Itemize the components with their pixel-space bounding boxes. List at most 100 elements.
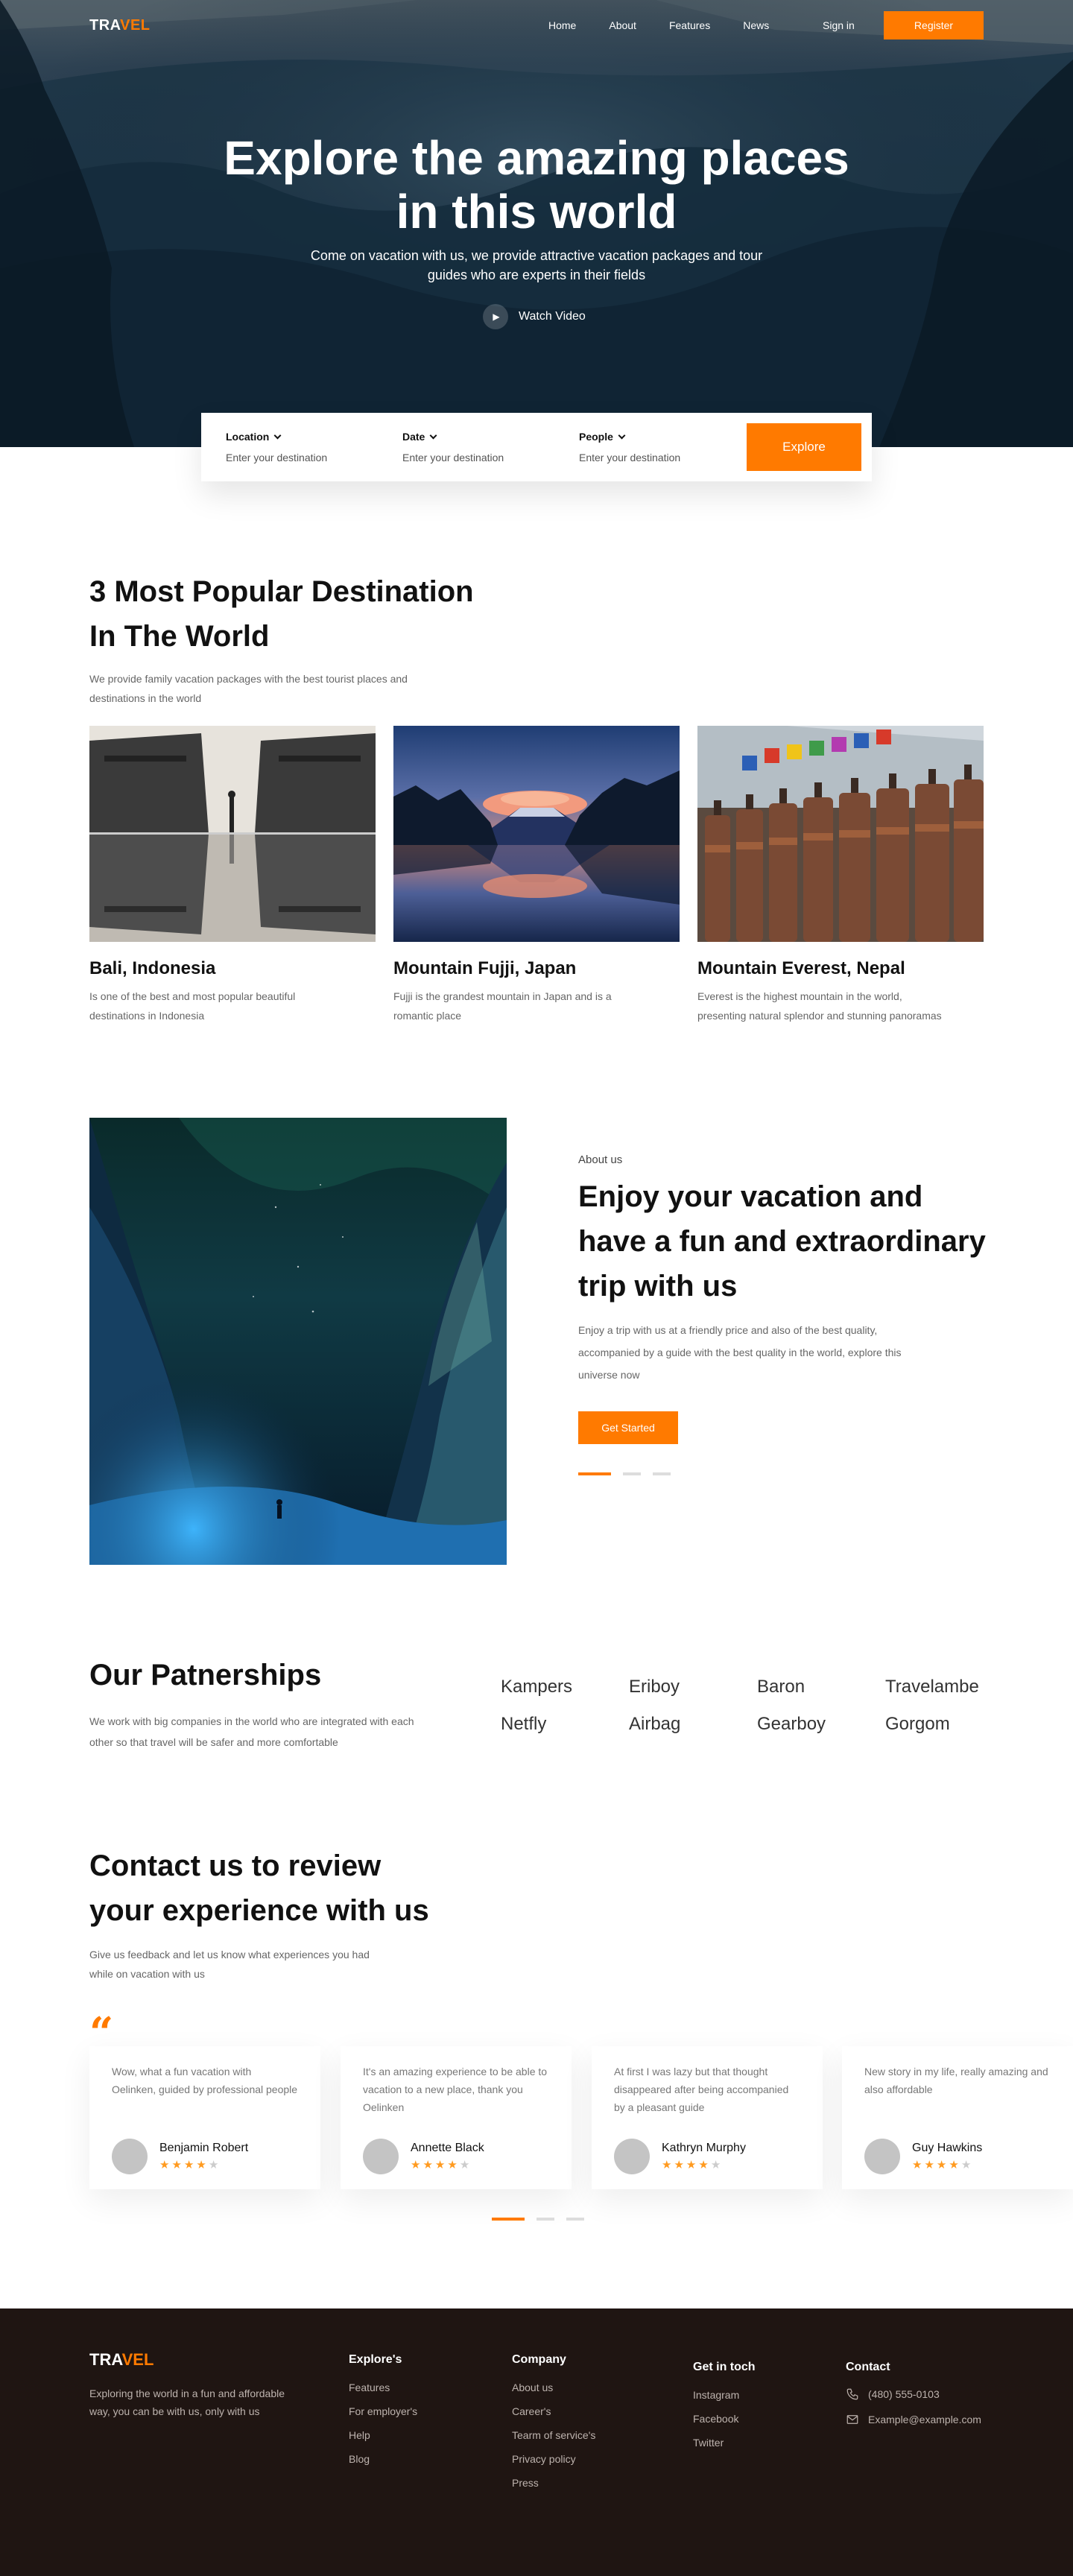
- star-rating: ★★★★★: [912, 2158, 982, 2171]
- footer-link-help[interactable]: Help: [349, 2428, 417, 2443]
- people-input[interactable]: [579, 452, 728, 463]
- star-rating: ★★★★★: [159, 2158, 248, 2171]
- star-filled-icon: ★: [949, 2159, 961, 2171]
- partner-logo: Airbag: [629, 1714, 681, 1734]
- carousel-dot[interactable]: [536, 2218, 554, 2221]
- testimonial-text: It's an amazing experience to be able to…: [363, 2066, 548, 2113]
- mail-icon: [846, 2415, 858, 2424]
- partner-logo: Gearboy: [757, 1714, 826, 1734]
- footer-logo[interactable]: TRAVEL: [89, 2350, 153, 2370]
- reviewer-name: Annette Black: [411, 2142, 484, 2154]
- star-filled-icon: ★: [434, 2159, 448, 2171]
- star-empty-icon: ★: [208, 2159, 221, 2171]
- carousel-dot-active[interactable]: [578, 1472, 611, 1475]
- watch-video-button[interactable]: ▶ Watch Video: [483, 304, 586, 329]
- footer: TRAVEL Exploring the world in a fun and …: [0, 2308, 1073, 2576]
- logo[interactable]: TRAVEL: [89, 17, 151, 34]
- people-label: People: [579, 431, 613, 443]
- sign-in-link[interactable]: Sign in: [823, 19, 855, 31]
- footer-col-explore: Explore's Features For employer's Help B…: [349, 2353, 417, 2475]
- search-bar: Location Date People Explore: [201, 413, 872, 481]
- destination-card-fuji[interactable]: Mountain Fujji, Japan Fujji is the grand…: [393, 726, 680, 1025]
- nav-link-features[interactable]: Features: [669, 19, 710, 31]
- about-image: [89, 1118, 507, 1565]
- testimonial-card: New story in my life, really amazing and…: [842, 2046, 1073, 2189]
- carousel-dot[interactable]: [623, 1472, 641, 1475]
- avatar: [112, 2139, 148, 2174]
- testimonial-text: Wow, what a fun vacation with Oelinken, …: [112, 2066, 298, 2095]
- footer-link-terms[interactable]: Tearm of service's: [512, 2428, 595, 2443]
- testimonial-text: At first I was lazy but that thought dis…: [614, 2066, 789, 2113]
- hero-title-line-2: in this world: [396, 185, 677, 238]
- about-carousel-dots: [578, 1472, 671, 1475]
- star-filled-icon: ★: [912, 2159, 925, 2171]
- footer-phone[interactable]: (480) 555-0103: [846, 2387, 981, 2401]
- partner-logo: Travelambe: [885, 1677, 979, 1697]
- partner-logo: Netfly: [501, 1714, 547, 1734]
- about-title: Enjoy your vacation and have a fun and e…: [578, 1180, 986, 1303]
- partners-title: Our Patnerships: [89, 1659, 322, 1692]
- star-filled-icon: ★: [662, 2159, 674, 2171]
- play-icon: ▶: [483, 304, 508, 329]
- get-started-button[interactable]: Get Started: [578, 1411, 678, 1444]
- register-button[interactable]: Register: [884, 11, 984, 39]
- footer-link-about[interactable]: About us: [512, 2380, 595, 2395]
- destination-card-everest[interactable]: Mountain Everest, Nepal Everest is the h…: [697, 726, 984, 1025]
- explore-button[interactable]: Explore: [747, 423, 861, 471]
- star-rating: ★★★★★: [662, 2158, 746, 2171]
- date-input[interactable]: [402, 452, 551, 463]
- nav-link-home[interactable]: Home: [548, 19, 576, 31]
- about-kicker: About us: [578, 1153, 623, 1166]
- testimonial-author: Kathryn Murphy ★★★★★: [614, 2139, 800, 2174]
- location-field[interactable]: Location: [226, 431, 375, 465]
- footer-link-careers[interactable]: Career's: [512, 2404, 595, 2419]
- star-empty-icon: ★: [710, 2159, 724, 2171]
- people-field[interactable]: People: [579, 431, 728, 465]
- footer-link-features[interactable]: Features: [349, 2380, 417, 2395]
- partner-logo: Gorgom: [885, 1714, 950, 1734]
- chevron-down-icon: [429, 431, 437, 439]
- footer-link-privacy[interactable]: Privacy policy: [512, 2452, 595, 2466]
- bali-image: [89, 726, 376, 942]
- destination-name: Mountain Everest, Nepal: [697, 958, 905, 978]
- chevron-down-icon: [618, 431, 626, 439]
- hero-section: TRAVEL Home About Features News Sign in …: [0, 0, 1073, 447]
- destination-card-bali[interactable]: Bali, Indonesia Is one of the best and m…: [89, 726, 376, 1025]
- phone-icon: [846, 2388, 858, 2400]
- star-filled-icon: ★: [159, 2159, 172, 2171]
- email-address: Example@example.com: [868, 2414, 981, 2425]
- testimonial-card: It's an amazing experience to be able to…: [341, 2046, 572, 2189]
- date-dropdown[interactable]: Date: [402, 431, 551, 443]
- footer-description: Exploring the world in a fun and afforda…: [89, 2387, 285, 2417]
- date-field[interactable]: Date: [402, 431, 551, 465]
- nav-link-news[interactable]: News: [743, 19, 769, 31]
- star-filled-icon: ★: [924, 2159, 937, 2171]
- footer-link-instagram[interactable]: Instagram: [693, 2387, 756, 2402]
- footer-link-blog[interactable]: Blog: [349, 2452, 417, 2466]
- destination-description: Is one of the best and most popular beau…: [89, 990, 296, 1022]
- footer-email[interactable]: Example@example.com: [846, 2413, 981, 2426]
- watch-video-label: Watch Video: [519, 310, 586, 323]
- hero-subtitle: Come on vacation with us, we provide att…: [310, 248, 763, 282]
- destination-name: Bali, Indonesia: [89, 958, 216, 978]
- partner-logo: Eriboy: [629, 1677, 680, 1697]
- testimonial-author: Guy Hawkins ★★★★★: [864, 2139, 1051, 2174]
- location-input[interactable]: [226, 452, 375, 463]
- people-dropdown[interactable]: People: [579, 431, 728, 443]
- footer-link-twitter[interactable]: Twitter: [693, 2435, 756, 2450]
- footer-col-contact: Contact (480) 555-0103 Example@example.c…: [846, 2361, 981, 2438]
- fuji-image: [393, 726, 680, 942]
- star-filled-icon: ★: [411, 2159, 423, 2171]
- footer-link-press[interactable]: Press: [512, 2475, 595, 2490]
- star-filled-icon: ★: [698, 2159, 711, 2171]
- carousel-dot-active[interactable]: [492, 2218, 525, 2221]
- location-dropdown[interactable]: Location: [226, 431, 375, 443]
- partner-logo: Kampers: [501, 1677, 573, 1697]
- footer-link-facebook[interactable]: Facebook: [693, 2411, 756, 2426]
- carousel-dot[interactable]: [653, 1472, 671, 1475]
- reviewer-name: Kathryn Murphy: [662, 2142, 746, 2154]
- footer-link-employers[interactable]: For employer's: [349, 2404, 417, 2419]
- carousel-dot[interactable]: [566, 2218, 584, 2221]
- footer-col-social: Get in toch Instagram Facebook Twitter: [693, 2361, 756, 2459]
- nav-link-about[interactable]: About: [609, 19, 636, 31]
